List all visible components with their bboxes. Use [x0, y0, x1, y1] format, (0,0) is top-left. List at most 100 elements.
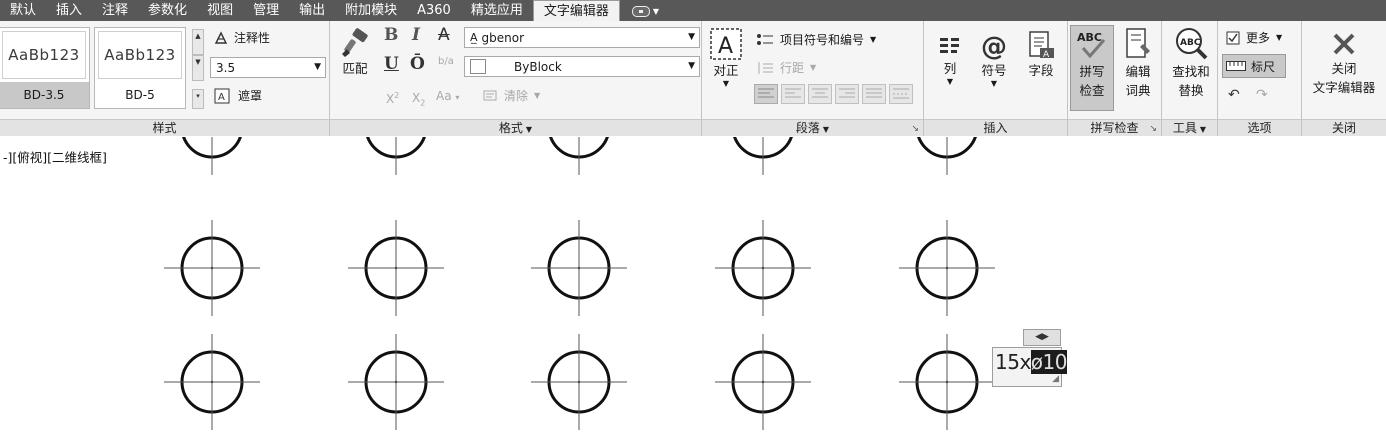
- symbol-button[interactable]: @ 符号 ▼: [976, 33, 1012, 88]
- close-editor-label-1: 关闭: [1331, 61, 1357, 76]
- tab-parametric[interactable]: 参数化: [138, 0, 197, 21]
- align-justify-icon[interactable]: [862, 84, 886, 104]
- hole-circle-1-0[interactable]: [164, 220, 260, 316]
- panel-title-format[interactable]: 格式 ▼: [330, 119, 701, 136]
- drawing-canvas[interactable]: -][俯视][二维线框]: [0, 137, 1386, 441]
- tab-insert[interactable]: 插入: [46, 0, 92, 21]
- hole-circle-0-3[interactable]: [715, 137, 811, 175]
- align-right-icon[interactable]: [835, 84, 859, 104]
- panel-title-style: 样式: [0, 119, 329, 136]
- panel-title-tools[interactable]: 工具 ▼: [1162, 119, 1217, 136]
- panel-title-options: 选项: [1218, 119, 1301, 136]
- field-button[interactable]: A 字段: [1022, 29, 1060, 80]
- ribbon-display-toggle[interactable]: ▼: [620, 0, 667, 21]
- text-width-handle[interactable]: ◀▶: [1023, 329, 1061, 346]
- undo-icon[interactable]: ↶: [1228, 87, 1240, 103]
- chevron-down-icon: ▼: [314, 62, 321, 72]
- hole-circle-2-1[interactable]: [348, 334, 444, 430]
- ruler-label: 标尺: [1251, 59, 1276, 74]
- svg-text:A: A: [218, 92, 225, 103]
- hole-circle-0-0[interactable]: [164, 137, 260, 175]
- bold-button[interactable]: B: [384, 25, 398, 45]
- tab-addins[interactable]: 附加模块: [335, 0, 407, 21]
- line-spacing-label: 行距: [780, 61, 805, 75]
- justify-button[interactable]: A 对正 ▼: [706, 27, 746, 88]
- color-value: ByBlock: [514, 59, 562, 74]
- panel-title-paragraph[interactable]: 段落 ▼ ↘: [702, 119, 923, 136]
- hole-circle-0-1[interactable]: [348, 137, 444, 175]
- bullets-button[interactable]: 项目符号和编号 ▼: [756, 31, 876, 48]
- tab-featured-apps[interactable]: 精选应用: [461, 0, 533, 21]
- line-spacing-icon: [758, 61, 773, 74]
- stack-button[interactable]: b/a: [438, 57, 454, 67]
- hole-circle-1-4[interactable]: [899, 220, 995, 316]
- annotative-label: 注释性: [234, 31, 271, 45]
- tab-default[interactable]: 默认: [0, 0, 46, 21]
- align-left-icon[interactable]: [781, 84, 805, 104]
- underline-button[interactable]: U: [384, 54, 399, 74]
- find-replace-button[interactable]: ABC 查找和 替换: [1166, 26, 1216, 100]
- columns-icon: [940, 38, 959, 53]
- align-center-icon[interactable]: [808, 84, 832, 104]
- hole-circle-1-3[interactable]: [715, 220, 811, 316]
- overline-button[interactable]: Ō: [410, 54, 425, 74]
- chevron-down-icon: ▼: [688, 32, 695, 42]
- edit-dictionary-button[interactable]: 编辑 词典: [1116, 26, 1160, 100]
- style-tile-bd35[interactable]: AaBb123 BD-3.5: [0, 27, 90, 109]
- ruler-icon: [1226, 61, 1246, 71]
- line-spacing-button[interactable]: 行距 ▼: [756, 59, 816, 76]
- hole-circle-1-2[interactable]: [531, 220, 627, 316]
- style-tile-bd5[interactable]: AaBb123 BD-5: [94, 27, 186, 109]
- superscript-button[interactable]: X2: [386, 91, 399, 106]
- font-combo[interactable]: A̲ gbenor ▼: [464, 27, 700, 48]
- tab-output[interactable]: 输出: [289, 0, 335, 21]
- align-default-icon[interactable]: [754, 84, 778, 104]
- ruler-toggle[interactable]: 标尺: [1222, 54, 1286, 78]
- text-height-value: 3.5: [216, 60, 236, 75]
- tab-annotate[interactable]: 注释: [92, 0, 138, 21]
- match-button[interactable]: 匹配: [336, 27, 374, 78]
- mtext-editor-box[interactable]: 15xø10 ◢: [992, 347, 1067, 387]
- annotative-button[interactable]: 注释性: [214, 29, 270, 46]
- svg-text:ABC: ABC: [1077, 31, 1102, 44]
- clear-label: 清除: [504, 89, 529, 103]
- columns-label: 列: [943, 61, 957, 76]
- mask-button[interactable]: A 遮罩: [214, 87, 262, 104]
- close-editor-button[interactable]: 关闭 文字编辑器: [1304, 29, 1384, 97]
- redo-icon[interactable]: ↷: [1256, 87, 1268, 103]
- style-scroll-down[interactable]: ▼: [192, 55, 204, 81]
- color-combo[interactable]: ByBlock ▼: [464, 56, 700, 77]
- ribbon: AaBb123 BD-3.5 AaBb123 BD-5 ▲ ▼ ▾ 注释性 3.…: [0, 21, 1386, 136]
- italic-button[interactable]: I: [412, 25, 420, 45]
- strikethrough-button[interactable]: A: [438, 25, 450, 45]
- style-gallery-expand[interactable]: ▾: [192, 89, 204, 109]
- panel-tools: ABC 查找和 替换 工具 ▼: [1162, 21, 1218, 136]
- style-scroll-up[interactable]: ▲: [192, 29, 204, 55]
- tab-a360[interactable]: A360: [407, 0, 461, 21]
- hole-circle-1-1[interactable]: [348, 220, 444, 316]
- hole-circle-0-4[interactable]: [899, 137, 995, 175]
- hole-circle-2-0[interactable]: [164, 334, 260, 430]
- more-button[interactable]: 更多 ▼: [1226, 29, 1282, 46]
- spell-check-label-1: 拼写: [1079, 64, 1105, 79]
- clear-button[interactable]: 清除 ▼: [482, 87, 540, 104]
- subscript-button[interactable]: X2: [412, 91, 425, 107]
- hole-circle-2-3[interactable]: [715, 334, 811, 430]
- hole-circle-0-2[interactable]: [531, 137, 627, 175]
- text-height-combo[interactable]: 3.5 ▼: [210, 57, 326, 78]
- hole-circle-2-4[interactable]: [899, 334, 995, 430]
- spell-check-button[interactable]: ABC 拼写 检查: [1070, 25, 1114, 111]
- columns-button[interactable]: 列 ▼: [932, 33, 968, 86]
- change-case-button[interactable]: Aa ▾: [436, 89, 459, 103]
- hole-circle-2-2[interactable]: [531, 334, 627, 430]
- align-distribute-icon[interactable]: [889, 84, 913, 104]
- dictionary-icon: [1126, 28, 1150, 58]
- resize-grip-icon[interactable]: ◢: [1052, 374, 1059, 384]
- match-label: 匹配: [342, 61, 368, 76]
- tab-text-editor[interactable]: 文字编辑器: [532, 0, 620, 21]
- panel-title-spell-check[interactable]: 拼写检查 ↘: [1068, 119, 1161, 136]
- spell-check-label-2: 检查: [1079, 83, 1105, 98]
- tab-view[interactable]: 视图: [197, 0, 243, 21]
- tab-manage[interactable]: 管理: [243, 0, 289, 21]
- mtext-content[interactable]: 15xø10: [995, 350, 1067, 374]
